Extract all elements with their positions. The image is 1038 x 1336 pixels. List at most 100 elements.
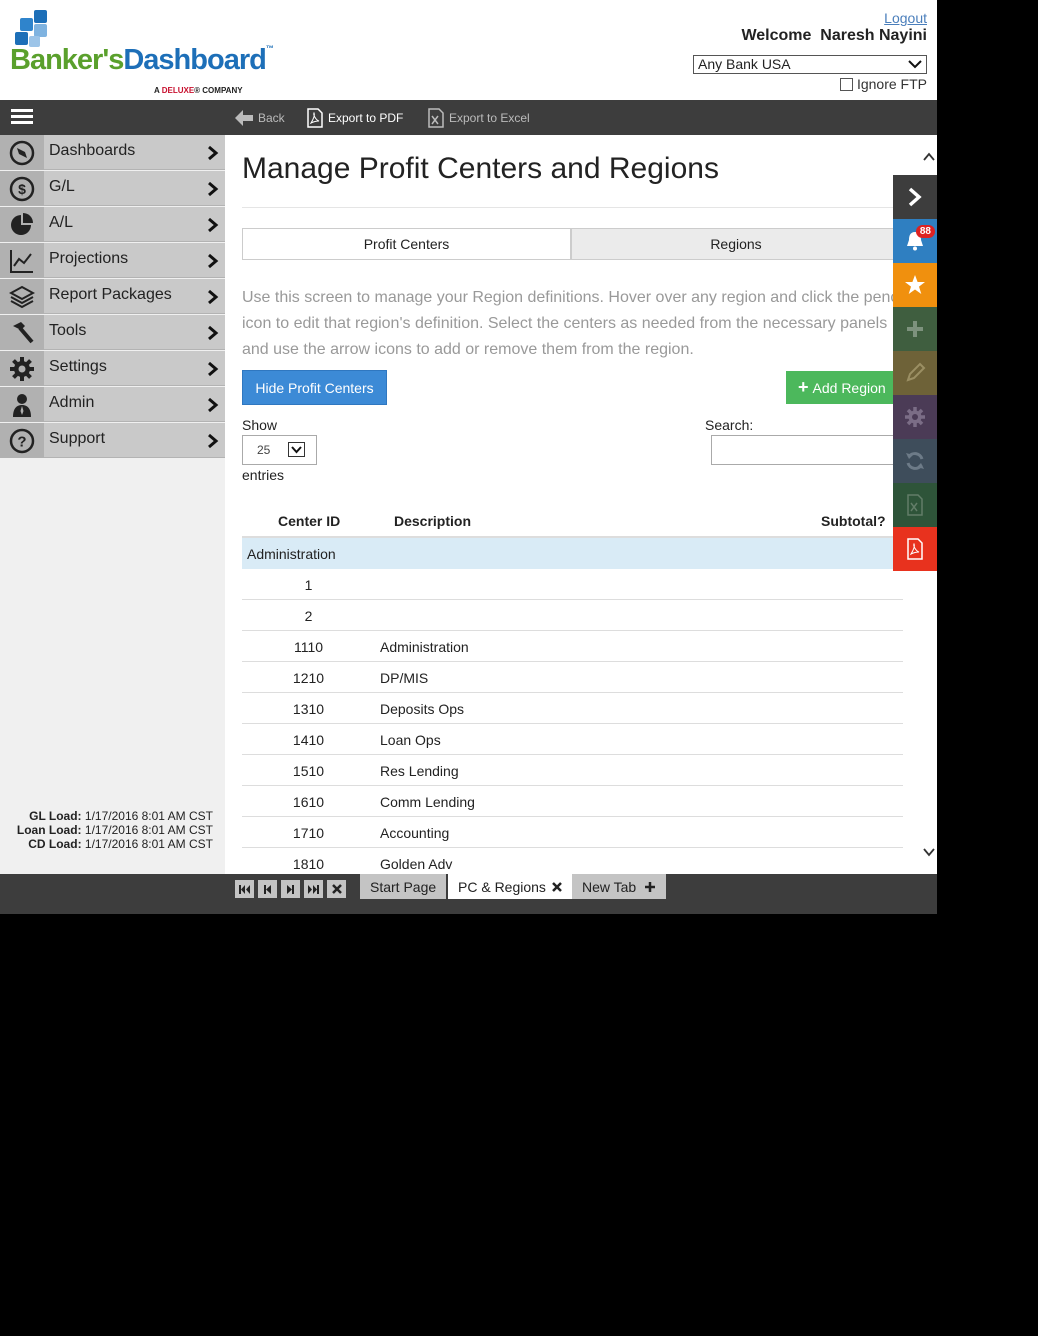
gear-icon (905, 407, 925, 427)
chevron-down-icon[interactable] (922, 846, 936, 858)
group-row[interactable]: Administration (242, 538, 903, 569)
back-label: Back (258, 110, 285, 125)
gl-load: GL Load: 1/17/2016 8:01 AM CST (29, 809, 213, 823)
layers-icon (0, 279, 44, 314)
ignore-ftp-checkbox[interactable]: Ignore FTP (839, 76, 927, 92)
tab-new-tab[interactable]: New Tab (572, 874, 667, 899)
sidebar-item-admin[interactable]: Admin (0, 387, 225, 422)
chevron-right-icon (208, 145, 219, 161)
line-chart-icon (0, 243, 44, 278)
skip-last-icon (308, 884, 319, 894)
gear-icon (0, 351, 44, 386)
entries-select-value: 25 (257, 443, 271, 457)
chevron-right-icon (208, 361, 219, 377)
chevron-right-icon (208, 433, 219, 449)
sidebar-item-tools[interactable]: Tools (0, 315, 225, 350)
tab-profit-centers[interactable]: Profit Centers (242, 228, 571, 260)
bottom-tab-bar: Start Page PC & Regions New Tab (0, 874, 937, 914)
table-row[interactable]: 1810 Golden Adv (242, 848, 903, 874)
table-row[interactable]: 1210 DP/MIS (242, 662, 903, 693)
close-icon[interactable] (551, 881, 563, 893)
last-tab-button[interactable] (304, 880, 323, 898)
question-icon: ? (0, 423, 44, 458)
plus-icon: + (798, 377, 809, 397)
sidebar-item-settings[interactable]: Settings (0, 351, 225, 386)
action-bar: 88 (893, 175, 937, 571)
table-row[interactable]: 1310 Deposits Ops (242, 693, 903, 724)
logo: Banker'sDashboard™ A DELUXE® COMPANY (10, 8, 274, 95)
export-excel-button[interactable]: Export to Excel (427, 100, 530, 135)
hamburger-menu-icon[interactable] (11, 109, 33, 127)
chevron-right-icon (208, 217, 219, 233)
column-header-center-id[interactable]: Center ID (278, 513, 340, 529)
add-button[interactable] (893, 307, 937, 351)
notifications-button[interactable]: 88 (893, 219, 937, 263)
sidebar-item-label: Tools (49, 322, 87, 339)
export-pdf-label: Export to PDF (328, 110, 404, 125)
tab-regions[interactable]: Regions (571, 228, 901, 260)
sidebar-item-projections[interactable]: Projections (0, 243, 225, 278)
divider (242, 207, 910, 208)
sidebar-item-dashboards[interactable]: Dashboards (0, 135, 225, 170)
table-row[interactable]: 1110 Administration (242, 631, 903, 662)
excel-file-icon (907, 494, 923, 516)
center-id-cell: 1110 (293, 639, 324, 655)
tab-pc-regions[interactable]: PC & Regions (448, 874, 573, 899)
collapse-panel-button[interactable] (893, 175, 937, 219)
sidebar-item-gl[interactable]: $ G/L (0, 171, 225, 206)
edit-button[interactable] (893, 351, 937, 395)
previous-tab-button[interactable] (258, 880, 277, 898)
excel-file-icon (428, 107, 444, 128)
favorites-button[interactable] (893, 263, 937, 307)
center-id-cell: 1 (304, 577, 313, 593)
back-button[interactable]: Back (234, 100, 285, 135)
bank-select[interactable]: Any Bank USA (693, 55, 927, 74)
sidebar-item-report-packages[interactable]: Report Packages (0, 279, 225, 314)
search-input[interactable] (711, 435, 911, 465)
compass-icon (0, 135, 44, 170)
table-row[interactable]: 1 (242, 569, 903, 600)
sidebar-item-label: G/L (49, 178, 75, 195)
first-tab-button[interactable] (235, 880, 254, 898)
chevron-right-icon (208, 397, 219, 413)
close-all-tabs-button[interactable] (327, 880, 346, 898)
refresh-button[interactable] (893, 439, 937, 483)
sidebar-item-al[interactable]: A/L (0, 207, 225, 242)
ignore-ftp-label: Ignore FTP (856, 76, 927, 92)
table-row[interactable]: 2 (242, 600, 903, 631)
entries-select[interactable]: 25 (242, 435, 317, 465)
tab-label: PC & Regions (458, 878, 546, 895)
description-cell: Loan Ops (380, 732, 441, 748)
settings-button[interactable] (893, 395, 937, 439)
checkbox-box[interactable] (839, 77, 853, 91)
sidebar-item-label: Dashboards (49, 142, 136, 159)
table-row[interactable]: 1410 Loan Ops (242, 724, 903, 755)
chevron-up-icon[interactable] (922, 151, 936, 163)
table-row[interactable]: 1710 Accounting (242, 817, 903, 848)
export-pdf-side-button[interactable] (893, 527, 937, 571)
person-icon (0, 387, 44, 422)
svg-text:$: $ (18, 181, 26, 197)
page-title: Manage Profit Centers and Regions (242, 152, 719, 185)
column-header-description[interactable]: Description (394, 513, 471, 529)
sidebar-item-support[interactable]: ? Support (0, 423, 225, 458)
hide-profit-centers-button[interactable]: Hide Profit Centers (242, 370, 387, 405)
next-tab-button[interactable] (281, 880, 300, 898)
export-excel-side-button[interactable] (893, 483, 937, 527)
center-id-cell: 2 (304, 608, 313, 624)
plus-icon (645, 881, 656, 892)
arrow-left-icon (235, 109, 253, 126)
show-label: Show (242, 417, 278, 433)
table-row[interactable]: 1610 Comm Lending (242, 786, 903, 817)
center-id-cell: 1610 (292, 794, 325, 810)
chevron-right-icon (208, 253, 219, 269)
add-region-button[interactable]: + Add Region (786, 371, 901, 404)
data-load-info: GL Load: 1/17/2016 8:01 AM CST Loan Load… (17, 809, 213, 851)
tab-start-page[interactable]: Start Page (360, 874, 447, 899)
export-pdf-button[interactable]: Export to PDF (306, 100, 403, 135)
pie-icon (0, 207, 44, 242)
logout-link[interactable]: Logout (884, 10, 927, 26)
table-row[interactable]: 1510 Res Lending (242, 755, 903, 786)
main-content: Manage Profit Centers and Regions Profit… (225, 135, 921, 874)
column-header-subtotal[interactable]: Subtotal? (821, 513, 886, 529)
